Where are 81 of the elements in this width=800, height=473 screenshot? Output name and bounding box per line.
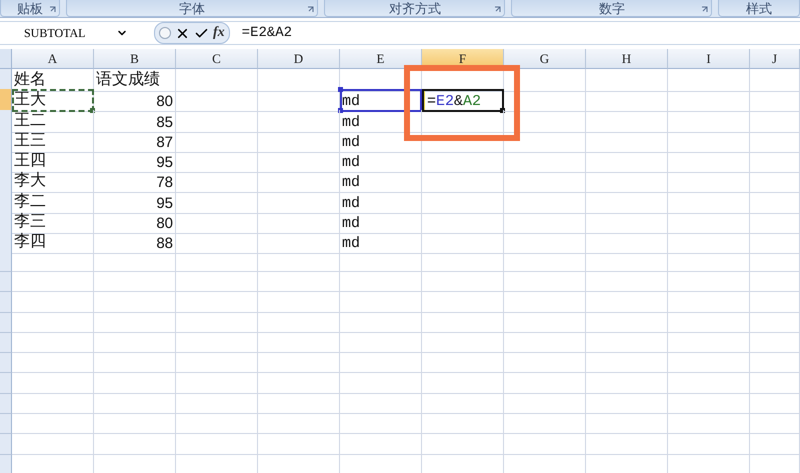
- dialog-launcher-icon[interactable]: [494, 6, 502, 13]
- table-cell: md: [340, 89, 422, 112]
- table-cell: 80: [94, 211, 176, 234]
- empty-cell: [750, 231, 800, 254]
- column-header[interactable]: H: [586, 49, 668, 69]
- dialog-launcher-icon[interactable]: [701, 6, 708, 13]
- empty-cell: [750, 69, 800, 92]
- table-cell: 87: [94, 130, 176, 153]
- empty-cell: [750, 190, 800, 214]
- empty-cell: [750, 292, 800, 313]
- table-cell: md: [340, 211, 422, 234]
- table-cell: 王大: [12, 89, 94, 112]
- table-cell: 80: [94, 89, 176, 112]
- table-cell: md: [340, 130, 422, 153]
- ribbon-group-label[interactable]: 字体: [66, 0, 318, 17]
- empty-cell: [750, 110, 800, 133]
- empty-cell: [750, 89, 800, 112]
- table-cell: md: [340, 231, 422, 254]
- row-header[interactable]: [0, 373, 12, 394]
- column-header[interactable]: I: [668, 49, 750, 69]
- empty-cell: [750, 252, 800, 272]
- empty-cell: [750, 353, 800, 374]
- column-header[interactable]: G: [504, 49, 586, 69]
- table-cell: 王四: [12, 150, 94, 174]
- empty-cell: [750, 211, 800, 234]
- row-header[interactable]: [0, 312, 12, 333]
- empty-cell: [750, 272, 800, 292]
- name-box[interactable]: SUBTOTAL: [0, 23, 134, 43]
- dialog-launcher-icon[interactable]: [307, 6, 314, 13]
- row-header[interactable]: [0, 353, 12, 374]
- ribbon-group-label[interactable]: 样式: [718, 0, 800, 17]
- table-cell: 李二: [12, 190, 94, 214]
- row-header[interactable]: [0, 332, 12, 354]
- circle-icon: [159, 27, 171, 39]
- empty-cell: [750, 434, 800, 455]
- name-box-text: SUBTOTAL: [24, 26, 86, 40]
- select-all-corner[interactable]: [0, 49, 12, 69]
- table-cell: 李大: [12, 170, 94, 194]
- table-cell: md: [340, 150, 422, 174]
- table-cell: 78: [94, 170, 176, 194]
- table-cell: 语文成绩: [94, 69, 176, 92]
- column-header[interactable]: J: [750, 49, 800, 69]
- table-cell: 王三: [12, 130, 94, 153]
- column-header[interactable]: E: [340, 49, 422, 69]
- table-cell: 95: [94, 190, 176, 214]
- empty-cell: [750, 373, 800, 394]
- table-cell: 姓名: [12, 69, 94, 92]
- table-cell: 李四: [12, 231, 94, 254]
- table-cell: 95: [94, 150, 176, 174]
- column-header[interactable]: C: [176, 49, 258, 69]
- row-header[interactable]: [0, 414, 12, 434]
- row-header[interactable]: [0, 252, 12, 272]
- table-cell: md: [340, 110, 422, 133]
- row-header[interactable]: [0, 434, 12, 455]
- table-cell: 李三: [12, 211, 94, 234]
- dialog-launcher-icon[interactable]: [48, 6, 56, 13]
- column-header[interactable]: A: [12, 49, 94, 69]
- table-cell: md: [340, 170, 422, 194]
- cell-formula-editor[interactable]: =E2&A2: [422, 89, 504, 112]
- table-cell: 85: [94, 110, 176, 133]
- row-header[interactable]: [0, 292, 12, 313]
- column-header[interactable]: D: [258, 49, 340, 69]
- row-header[interactable]: [0, 272, 12, 292]
- ribbon-group-label[interactable]: 对齐方式: [324, 0, 506, 17]
- column-header[interactable]: B: [94, 49, 176, 69]
- empty-cell: [750, 150, 800, 174]
- empty-cell: [750, 332, 800, 354]
- insert-function-button[interactable]: fx: [213, 25, 225, 41]
- row-header[interactable]: [0, 394, 12, 414]
- empty-cell: [750, 170, 800, 194]
- empty-cell: [750, 394, 800, 414]
- row-header[interactable]: [0, 454, 12, 473]
- formula-text[interactable]: =E2&A2: [242, 25, 292, 41]
- table-cell: 88: [94, 231, 176, 254]
- empty-cell: [750, 312, 800, 333]
- ribbon-group-label[interactable]: 贴板: [0, 0, 60, 17]
- empty-cell: [750, 414, 800, 434]
- table-cell: 王二: [12, 110, 94, 133]
- ribbon-group-label[interactable]: 数字: [511, 0, 712, 17]
- table-cell: md: [340, 190, 422, 214]
- row-header[interactable]: [0, 89, 12, 112]
